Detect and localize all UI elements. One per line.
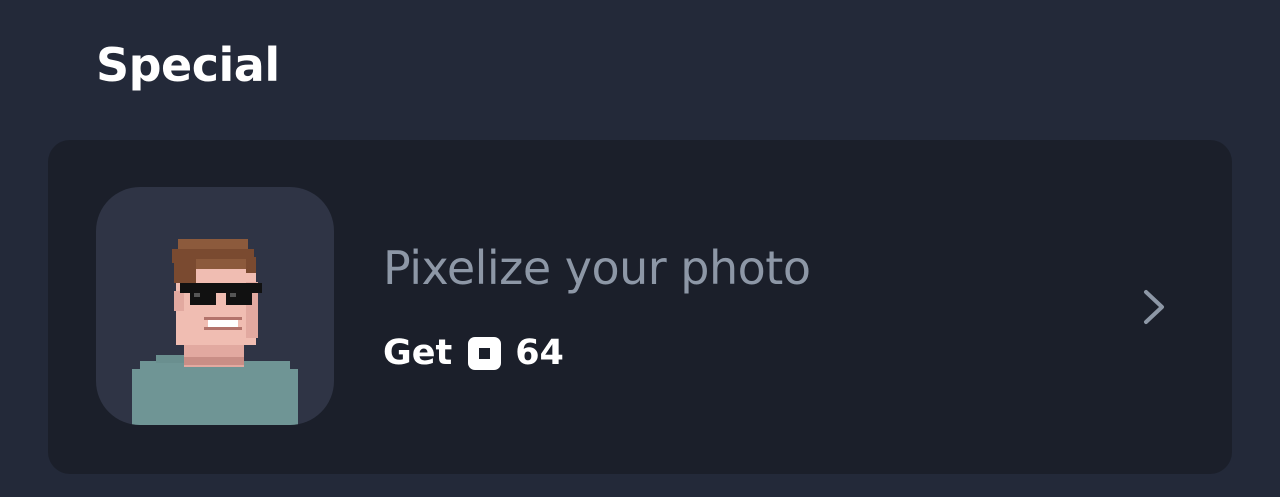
chevron-right-icon[interactable]: [1140, 288, 1168, 326]
pixel-avatar-image: [96, 187, 334, 425]
price-row: Get 64: [383, 330, 564, 376]
get-label: Get: [383, 333, 453, 373]
card-title: Pixelize your photo: [383, 241, 811, 295]
price-value: 64: [515, 333, 564, 373]
section-title: Special: [96, 38, 280, 92]
pixelize-photo-card[interactable]: Pixelize your photo Get 64: [48, 140, 1232, 474]
coin-icon: [468, 336, 502, 370]
